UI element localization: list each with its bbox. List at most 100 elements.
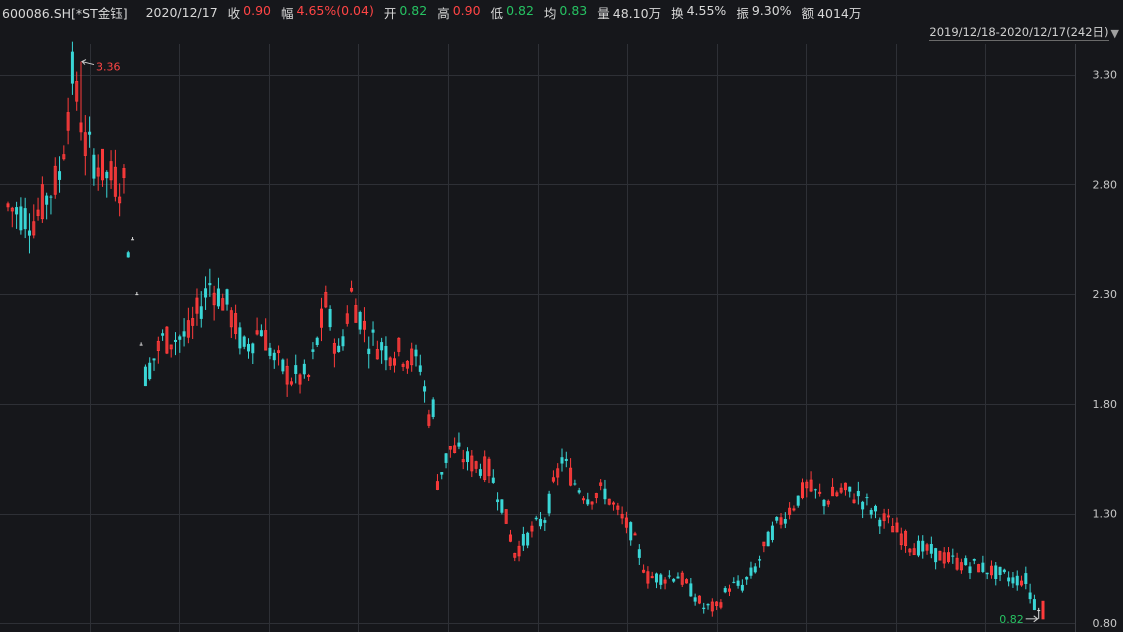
candle-body [152,358,156,361]
candle-body [496,499,500,503]
candle-body [259,330,263,337]
candle-body [693,597,697,602]
candle-body [861,501,865,510]
candle-body [126,252,130,258]
candle-body [216,288,220,307]
max-price-label: 3.36 [96,61,121,74]
candle-body [534,517,538,520]
candle-body [58,171,62,180]
y-tick-label: 3.30 [1093,69,1118,82]
candle-body [294,365,298,374]
candle-body [689,583,693,597]
candle-body [972,559,976,561]
candle-body [1037,610,1041,612]
candle-body [856,490,860,497]
candle-body [148,362,152,380]
candle-body [1002,569,1006,573]
candle-body [199,306,203,319]
candle-body [178,336,182,340]
candle-body [994,565,998,580]
candle-body [702,607,706,610]
candle-body [878,519,882,527]
candle-body [367,348,371,355]
candle-body [173,339,177,342]
candle-body [423,386,427,392]
candle-body [770,525,774,540]
candle-body [547,493,551,514]
candle-body [358,312,362,330]
candle-body [268,347,272,356]
candle-body [371,329,375,333]
candle-body [384,345,388,361]
candle-body [19,206,23,231]
candle-body [650,576,654,579]
candle-body [539,518,543,527]
candle-body [414,349,418,357]
candle-body [766,531,770,547]
candle-body [792,508,796,511]
candle-body [749,567,753,576]
candle-body [131,239,135,241]
y-tick-label: 2.80 [1093,178,1118,191]
candle-body [161,333,165,336]
candle-body [964,558,968,566]
candle-body [478,469,482,476]
candle-body [49,196,53,198]
candle-body [796,495,800,506]
candle-body [929,543,933,554]
candle-body [818,491,822,494]
y-tick-label: 2.30 [1093,288,1118,301]
candle-body [466,451,470,463]
candle-body [143,366,147,387]
candle-body [783,519,787,524]
candle-body [238,327,242,349]
candle-body [380,342,384,351]
candle-body [586,499,590,505]
candle-body [1024,573,1028,584]
candle-body [633,533,637,536]
candle-body [753,566,757,573]
candle-body [182,331,186,337]
candle-body [736,580,740,586]
candle-body [105,171,109,179]
candle-body [1011,577,1015,584]
candle-body [985,572,989,575]
candle-body [775,516,779,521]
candle-body [251,343,255,354]
candle-body [654,573,658,583]
candle-body [92,154,96,179]
candle-body [612,502,616,505]
candle-body [934,548,938,563]
candle-body [629,522,633,541]
candle-body [672,578,676,582]
candle-body [225,289,229,305]
candle-body [491,477,495,483]
candle-body [1015,575,1019,586]
candle-body [560,457,564,464]
y-tick-label: 0.80 [1093,617,1118,630]
candle-body [521,533,525,546]
candle-body [208,283,212,286]
candle-body [723,588,727,593]
candle-body [543,520,547,523]
candle-body [135,294,139,296]
candle-body [307,375,311,378]
candle-body [1007,577,1011,582]
candle-body [732,581,736,583]
candle-body [951,555,955,557]
candle-body [740,584,744,591]
candle-body [758,559,762,561]
candle-body [874,505,878,512]
candle-body [418,365,422,372]
candle-body [869,509,873,515]
candle-body [139,344,143,346]
candle-body [1032,599,1036,611]
candle-body [865,497,869,499]
candlestick-chart[interactable]: 3.30 2.80 2.30 1.80 1.30 0.80 3.36 0.82 [0,0,1123,632]
candle-body [981,562,985,572]
candle-body [745,576,749,580]
candle-body [457,442,461,447]
candle-body [603,488,607,500]
candle-body [921,540,925,552]
candle-body [341,336,345,347]
